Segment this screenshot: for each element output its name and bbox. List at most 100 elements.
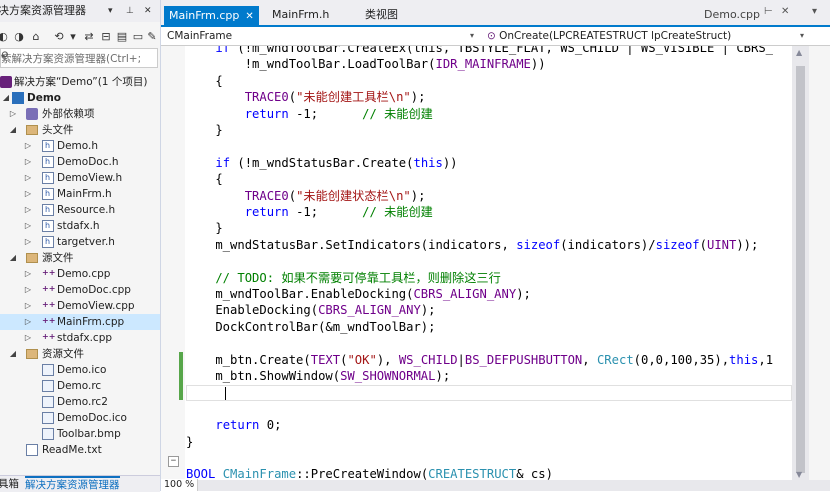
tree-item-file[interactable]: ▷ Demo.h — [0, 138, 160, 154]
class-combo[interactable]: CMainFrame ▾ — [167, 28, 477, 44]
code-line[interactable] — [186, 384, 215, 400]
code-line[interactable]: if (!m_wndToolBar.CreateEx(this, TBSTYLE… — [186, 46, 773, 56]
close-icon[interactable]: ✕ — [245, 11, 253, 22]
back-icon[interactable]: ◐ — [0, 30, 10, 44]
code-line[interactable]: DockControlBar(&m_wndToolBar); — [186, 319, 435, 335]
tab-dropdown-icon[interactable]: ▾ — [812, 6, 817, 17]
scroll-down-icon[interactable]: ▼ — [796, 470, 802, 479]
code-text[interactable]: if (!m_wndToolBar.CreateEx(this, TBSTYLE… — [168, 46, 792, 480]
code-line[interactable]: m_wndToolBar.EnableDocking(CBRS_ALIGN_AN… — [186, 286, 531, 302]
horizontal-scrollbar[interactable]: 100 % — [161, 479, 830, 491]
sync-icon[interactable]: ⟲ — [52, 30, 66, 44]
collapse-icon[interactable]: ▷ — [24, 170, 32, 186]
collapse-icon[interactable]: ▷ — [9, 106, 17, 122]
method-combo[interactable]: ⊙ OnCreate(LPCREATESTRUCT lpCreateStruct… — [487, 28, 807, 44]
dropdown-icon[interactable]: ▾ — [66, 30, 80, 44]
scrollbar-thumb[interactable] — [796, 66, 805, 473]
code-line[interactable]: m_btn.Create(TEXT("OK"), WS_CHILD|BS_DEF… — [186, 352, 773, 368]
tree-item-header-folder[interactable]: ◢ 头文件 — [0, 122, 160, 138]
code-line[interactable]: m_btn.ShowWindow(SW_SHOWNORMAL); — [186, 368, 450, 384]
dropdown-icon[interactable]: ▾ — [108, 0, 113, 22]
chevron-down-icon[interactable]: ▾ — [800, 28, 804, 44]
code-line[interactable]: } — [186, 220, 222, 236]
code-line[interactable]: { — [186, 171, 222, 187]
pin-icon[interactable]: ⊢ — [764, 6, 773, 17]
tree-item-file[interactable]: Demo.ico — [0, 362, 160, 378]
code-line[interactable]: if (!m_wndStatusBar.Create(this)) — [186, 155, 457, 171]
collapse-icon[interactable]: ▷ — [24, 298, 32, 314]
tree-item-file[interactable]: ▷ stdafx.h — [0, 218, 160, 234]
expand-icon[interactable]: ◢ — [9, 346, 17, 362]
tree-item-file[interactable]: Toolbar.bmp — [0, 426, 160, 442]
code-line[interactable]: !m_wndToolBar.LoadToolBar(IDR_MAINFRAME)… — [186, 56, 546, 72]
refresh-icon[interactable]: ⇄ — [82, 30, 96, 44]
chevron-down-icon[interactable]: ▾ — [1, 52, 155, 61]
expand-icon[interactable]: ◢ — [9, 250, 17, 266]
tab-mainfrm-cpp[interactable]: MainFrm.cpp ✕ — [164, 6, 259, 25]
solution-search-input[interactable]: 索解决方案资源管理器(Ctrl+; ⚲ ▾ — [0, 48, 158, 68]
tab-class-view[interactable]: 类视图 — [360, 5, 403, 25]
tree-item-source-folder[interactable]: ◢ 源文件 — [0, 250, 160, 266]
collapse-icon[interactable]: ▷ — [24, 202, 32, 218]
tree-item-file[interactable]: ▷ targetver.h — [0, 234, 160, 250]
close-icon[interactable]: ✕ — [781, 6, 789, 17]
tree-item-file[interactable]: ▷ stdafx.cpp — [0, 329, 160, 346]
code-line[interactable]: TRACE0("未能创建工具栏\n"); — [186, 89, 426, 105]
collapse-icon[interactable]: ▷ — [24, 282, 32, 298]
tree-item-file[interactable]: ▷ DemoDoc.cpp — [0, 281, 160, 298]
collapse-icon[interactable]: ▷ — [24, 314, 32, 330]
collapse-icon[interactable]: ▷ — [24, 138, 32, 154]
tab-mainfrm-h[interactable]: MainFrm.h — [267, 5, 334, 25]
tree-item-file[interactable]: ▷ Demo.cpp — [0, 265, 160, 282]
code-line[interactable]: { — [186, 73, 222, 89]
tree-item-file[interactable]: ▷ MainFrm.cpp — [0, 313, 160, 330]
preview-icon[interactable]: ▭ — [131, 30, 145, 44]
collapse-icon[interactable]: ▷ — [24, 266, 32, 282]
forward-icon[interactable]: ◑ — [12, 30, 26, 44]
code-line[interactable]: // TODO: 如果不需要可停靠工具栏，则删除这三行 — [186, 270, 500, 286]
chevron-down-icon[interactable]: ▾ — [470, 28, 474, 44]
tree-item-project[interactable]: ◢ Demo — [0, 90, 160, 106]
tab-solution-explorer[interactable]: 解决方案资源管理器 — [25, 476, 120, 492]
tree-item-file[interactable]: ▷ DemoDoc.h — [0, 154, 160, 170]
code-line[interactable]: m_wndStatusBar.SetIndicators(indicators,… — [186, 237, 758, 253]
tree-item-readme[interactable]: ReadMe.txt — [0, 442, 160, 458]
expand-icon[interactable]: ◢ — [9, 122, 17, 138]
tree-item-file[interactable]: ▷ Resource.h — [0, 202, 160, 218]
collapse-icon[interactable]: ▷ — [24, 186, 32, 202]
code-line[interactable]: return 0; — [186, 417, 281, 433]
code-line[interactable]: } — [186, 122, 222, 138]
tree-item-file[interactable]: ▷ DemoView.h — [0, 170, 160, 186]
zoom-level[interactable]: 100 % — [161, 479, 199, 491]
collapse-icon[interactable]: ▷ — [24, 218, 32, 234]
collapse-all-icon[interactable]: ⊟ — [99, 30, 113, 44]
collapse-icon[interactable]: ▷ — [24, 234, 32, 250]
properties-icon[interactable]: ▤ — [115, 30, 129, 44]
code-editor[interactable]: if (!m_wndToolBar.CreateEx(this, TBSTYLE… — [161, 46, 792, 480]
code-line[interactable]: return -1; // 未能创建 — [186, 204, 433, 220]
tree-item-resource-folder[interactable]: ◢ 资源文件 — [0, 346, 160, 362]
tree-item-file[interactable]: Demo.rc — [0, 378, 160, 394]
tab-toolbox[interactable]: 具箱 — [0, 476, 19, 492]
pin-icon[interactable]: ⊥ — [126, 0, 134, 22]
home-icon[interactable]: ⌂ — [29, 30, 43, 44]
tree-item-solution[interactable]: 解决方案“Demo”(1 个项目) — [0, 74, 160, 90]
code-line[interactable]: EnableDocking(CBRS_ALIGN_ANY); — [186, 302, 435, 318]
code-line[interactable]: return -1; // 未能创建 — [186, 106, 433, 122]
wrench-icon[interactable]: ✎ — [145, 30, 159, 44]
close-icon[interactable]: ✕ — [144, 0, 152, 22]
fold-toggle-icon[interactable]: − — [168, 456, 179, 467]
tab-demo-cpp[interactable]: Demo.cpp — [699, 5, 765, 25]
expand-icon[interactable]: ◢ — [2, 90, 10, 106]
code-line[interactable]: TRACE0("未能创建状态栏\n"); — [186, 188, 426, 204]
collapse-icon[interactable]: ▷ — [24, 154, 32, 170]
tree-item-file[interactable]: ▷ MainFrm.h — [0, 186, 160, 202]
code-line[interactable]: } — [186, 434, 193, 450]
tree-item-external[interactable]: ▷ 外部依赖项 — [0, 106, 160, 122]
tree-item-file[interactable]: DemoDoc.ico — [0, 410, 160, 426]
collapse-icon[interactable]: ▷ — [24, 330, 32, 346]
vertical-scrollbar[interactable]: ▲ ▼ — [792, 46, 809, 480]
tree-item-file[interactable]: Demo.rc2 — [0, 394, 160, 410]
tree-item-file[interactable]: ▷ DemoView.cpp — [0, 297, 160, 314]
scroll-up-icon[interactable]: ▲ — [796, 48, 802, 57]
